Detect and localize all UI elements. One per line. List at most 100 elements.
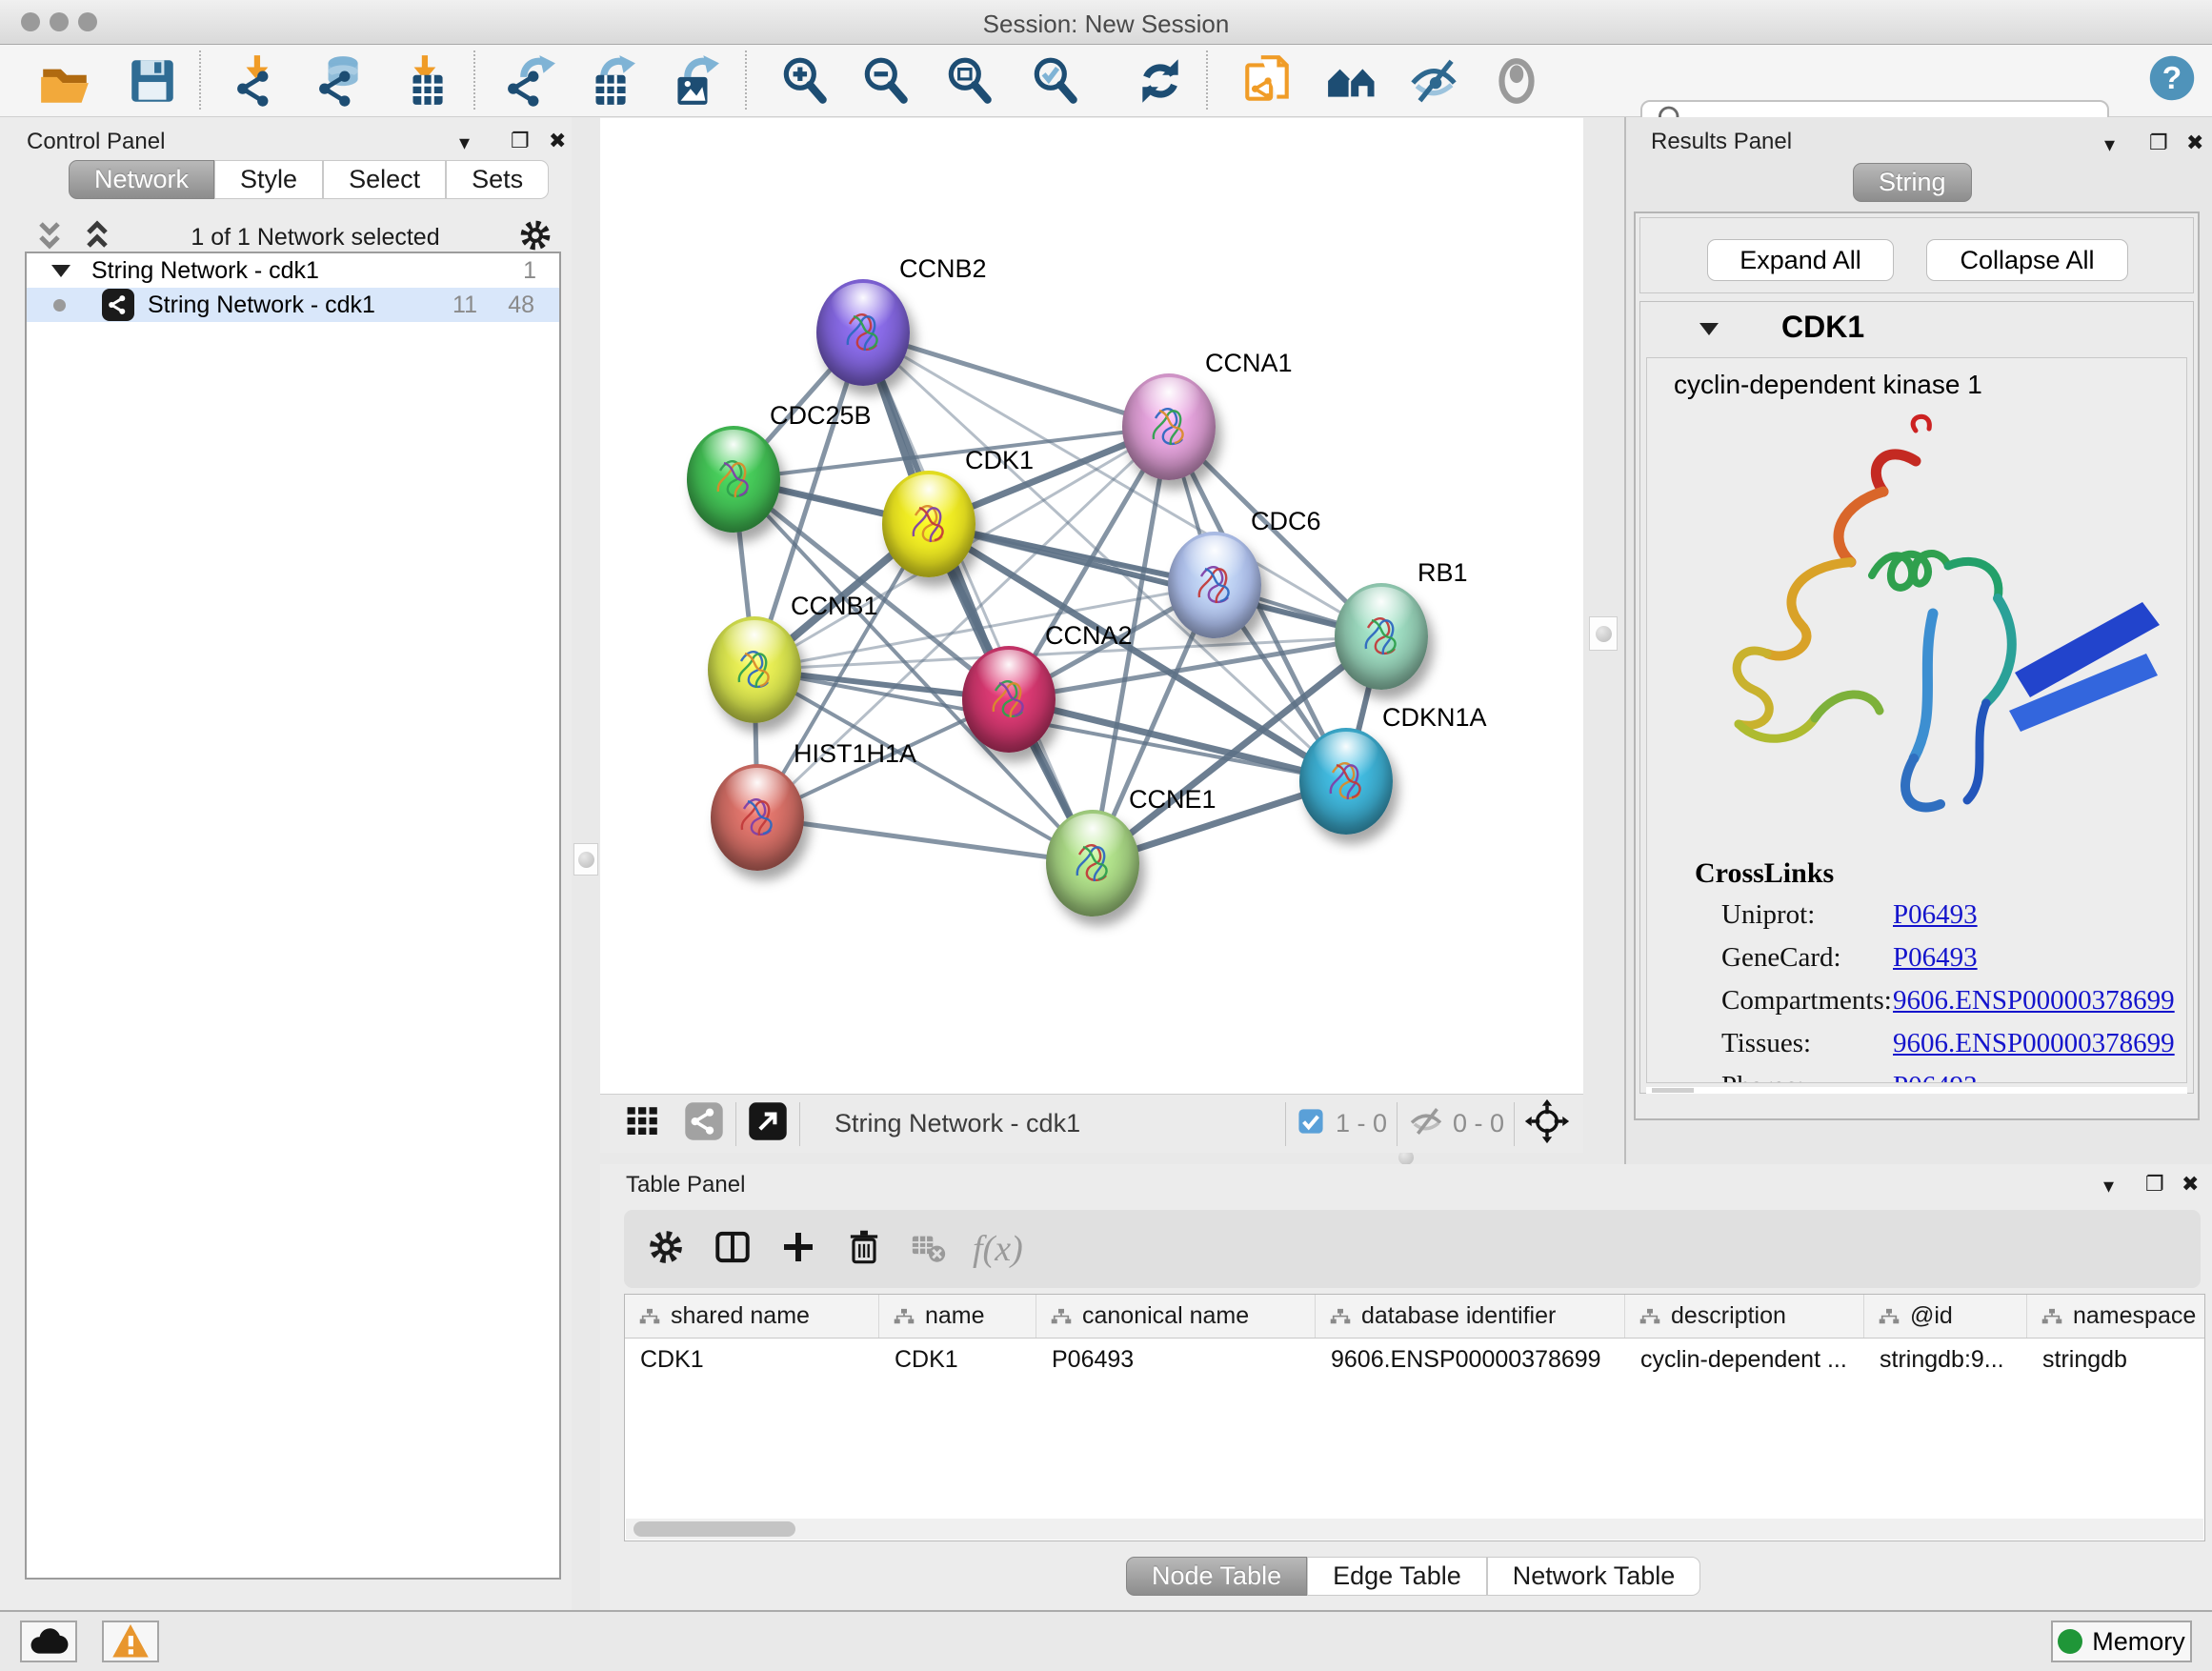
export-network-icon[interactable] — [499, 52, 560, 110]
panel-close-icon[interactable]: ✖ — [2182, 1172, 2199, 1197]
left-splitter-grip[interactable] — [573, 843, 598, 876]
crosslink-link[interactable]: P06493 — [1893, 899, 1978, 931]
column-header-shared-name[interactable]: shared name — [625, 1295, 879, 1338]
save-session-icon[interactable] — [122, 52, 183, 110]
table-cell[interactable]: CDK1 — [625, 1346, 879, 1374]
selected-checkbox-icon[interactable] — [1296, 1106, 1326, 1141]
tab-edge-table[interactable]: Edge Table — [1307, 1557, 1487, 1596]
zoom-in-icon[interactable] — [774, 52, 835, 110]
protein-structure-thumbnail — [899, 494, 958, 554]
tab-network-table[interactable]: Network Table — [1487, 1557, 1701, 1596]
tab-select[interactable]: Select — [323, 160, 446, 199]
hidden-eye-icon[interactable] — [1407, 1102, 1445, 1145]
tree-expander-icon[interactable] — [51, 265, 70, 277]
show-all-icon[interactable] — [1486, 52, 1547, 110]
column-header-description[interactable]: description — [1625, 1295, 1864, 1338]
crosslink-label: Uniprot: — [1721, 899, 1815, 931]
network-node-ccnb2[interactable] — [816, 279, 910, 386]
left-splitter[interactable] — [572, 117, 600, 1610]
network-node-cdk1[interactable] — [882, 471, 975, 577]
protein-expander-icon[interactable] — [1699, 323, 1719, 335]
import-network-file-icon[interactable] — [229, 52, 290, 110]
zoom-out-icon[interactable] — [855, 52, 916, 110]
network-collection-row[interactable]: String Network - cdk1 1 — [27, 253, 559, 288]
tab-style[interactable]: Style — [214, 160, 323, 199]
network-row[interactable]: String Network - cdk1 11 48 — [27, 288, 559, 322]
cloud-status-button[interactable] — [20, 1621, 77, 1662]
crosslink-link[interactable]: 9606.ENSP00000378699 — [1893, 985, 2175, 1017]
help-button[interactable]: ? — [2142, 50, 2202, 107]
table-cell[interactable]: 9606.ENSP00000378699 — [1316, 1346, 1625, 1374]
panel-collapse-icon[interactable]: ▾ — [459, 131, 470, 155]
network-canvas[interactable]: CCNB2CCNA1CDC25BCDK1CDC6RB1CCNB1CCNA2CDK… — [600, 118, 1583, 1094]
hide-selected-icon[interactable] — [1403, 52, 1464, 110]
delete-column-icon[interactable] — [843, 1226, 885, 1273]
tab-sets[interactable]: Sets — [446, 160, 549, 199]
table-cell[interactable]: stringdb:9... — [1864, 1346, 2027, 1374]
create-column-icon[interactable] — [778, 1227, 818, 1272]
panel-float-icon[interactable]: ❐ — [2149, 131, 2168, 155]
panel-close-icon[interactable]: ✖ — [2186, 131, 2203, 155]
table-row[interactable]: CDK1CDK1P064939606.ENSP00000378699cyclin… — [625, 1339, 2204, 1380]
panel-float-icon[interactable]: ❐ — [511, 129, 530, 153]
column-header--id[interactable]: @id — [1864, 1295, 2027, 1338]
import-network-database-icon[interactable] — [311, 52, 372, 110]
tab-string[interactable]: String — [1853, 163, 1972, 202]
open-session-icon[interactable] — [34, 52, 95, 110]
control-panel-tabs: NetworkStyleSelectSets — [69, 160, 549, 199]
node-table[interactable]: shared namenamecanonical namedatabase id… — [624, 1294, 2205, 1541]
node-label-cdc25b: CDC25B — [770, 401, 872, 431]
crosslink-link[interactable]: P06493 — [1893, 1071, 1978, 1083]
column-header-canonical-name[interactable]: canonical name — [1036, 1295, 1316, 1338]
export-table-icon[interactable] — [579, 52, 640, 110]
tab-network[interactable]: Network — [69, 160, 214, 199]
hidden-node-edge-count: 0 - 0 — [1453, 1109, 1504, 1138]
memory-button[interactable]: Memory — [2051, 1621, 2192, 1662]
zoom-fit-icon[interactable] — [939, 52, 1000, 110]
string-view-icon[interactable] — [682, 1099, 726, 1148]
column-header-namespace[interactable]: namespace — [2027, 1295, 2205, 1338]
table-options-gear-icon[interactable] — [645, 1226, 687, 1273]
network-node-cdkn1a[interactable] — [1299, 728, 1393, 835]
show-columns-icon[interactable] — [712, 1226, 754, 1273]
export-image-icon[interactable] — [663, 52, 724, 110]
import-table-icon[interactable] — [396, 52, 457, 110]
table-cell[interactable]: cyclin-dependent ... — [1625, 1346, 1864, 1374]
refresh-icon[interactable] — [1130, 52, 1191, 110]
network-from-file-icon[interactable] — [1237, 52, 1297, 110]
right-splitter-grip[interactable] — [1589, 616, 1618, 651]
fit-content-crosshair-icon[interactable] — [1524, 1098, 1570, 1149]
tab-node-table[interactable]: Node Table — [1126, 1557, 1307, 1596]
birdseye-grid-icon[interactable] — [621, 1099, 665, 1148]
right-splitter[interactable] — [1583, 117, 1624, 1164]
detach-view-icon[interactable] — [746, 1099, 790, 1148]
network-node-cdc25b[interactable] — [687, 426, 780, 533]
panel-collapse-icon[interactable]: ▾ — [2104, 132, 2115, 157]
results-scrollbar[interactable] — [1646, 1087, 2187, 1094]
expand-all-button[interactable]: Expand All — [1707, 239, 1894, 281]
first-neighbors-icon[interactable] — [1322, 52, 1383, 110]
panel-close-icon[interactable]: ✖ — [549, 129, 566, 153]
network-node-ccne1[interactable] — [1046, 810, 1139, 916]
table-cell[interactable]: CDK1 — [879, 1346, 1036, 1374]
zoom-selected-icon[interactable] — [1025, 52, 1086, 110]
crosslink-link[interactable]: P06493 — [1893, 942, 1978, 974]
table-cell[interactable]: P06493 — [1036, 1346, 1316, 1374]
network-node-ccna2[interactable] — [962, 646, 1056, 753]
network-node-ccna1[interactable] — [1122, 373, 1216, 480]
panel-float-icon[interactable]: ❐ — [2145, 1172, 2164, 1197]
table-cell[interactable]: stringdb — [2027, 1346, 2205, 1374]
crosslink-link[interactable]: 9606.ENSP00000378699 — [1893, 1028, 2175, 1059]
network-node-hist1h1a[interactable] — [711, 764, 804, 871]
warnings-button[interactable] — [102, 1621, 159, 1662]
network-node-cdc6[interactable] — [1168, 532, 1261, 638]
column-header-database-identifier[interactable]: database identifier — [1316, 1295, 1625, 1338]
network-node-ccnb1[interactable] — [708, 616, 801, 723]
column-header-name[interactable]: name — [879, 1295, 1036, 1338]
collapse-all-button[interactable]: Collapse All — [1926, 239, 2128, 281]
table-horizontal-scrollbar[interactable] — [626, 1519, 2203, 1540]
panel-collapse-icon[interactable]: ▾ — [2103, 1174, 2114, 1198]
network-node-rb1[interactable] — [1335, 583, 1428, 690]
string-results-container: Expand All Collapse All CDK1 cyclin-depe… — [1634, 211, 2200, 1120]
scrollbar-thumb[interactable] — [633, 1521, 795, 1537]
